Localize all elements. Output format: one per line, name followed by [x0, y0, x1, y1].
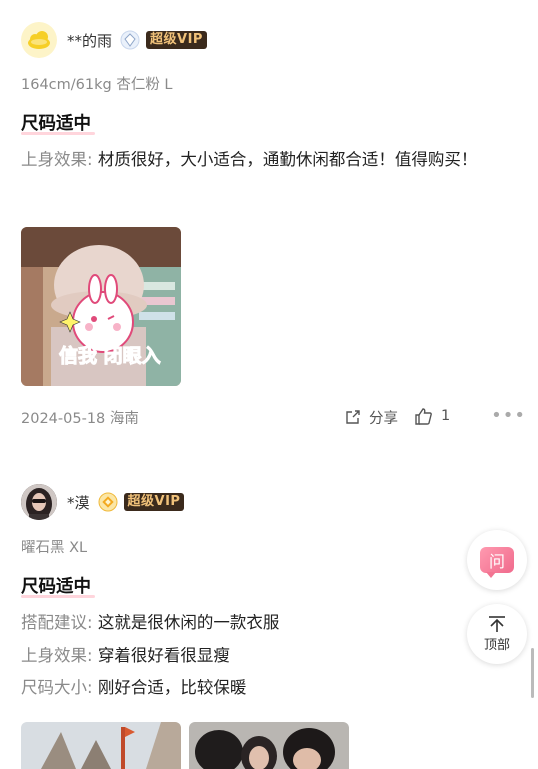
ask-label: 问 — [488, 552, 505, 571]
thumbs-up-icon — [415, 408, 432, 425]
fit-label: 尺码适中 — [21, 110, 95, 135]
user-row: *漠 超级VIP — [21, 484, 185, 520]
comment-text: 刚好合适，比较保暖 — [97, 678, 247, 697]
review-comment: 上身效果: 穿着很好看很显瘦 — [21, 640, 521, 672]
comment-label: 上身效果: — [21, 150, 93, 169]
review-comment: 尺码大小: 刚好合适，比较保暖 — [21, 672, 521, 704]
fit-label-text: 尺码适中 — [21, 114, 91, 134]
review-photo-image: 信我 闭眼入 — [21, 227, 181, 386]
diamond-level-icon — [120, 30, 140, 50]
user-row: **的雨 超级VIP — [21, 22, 207, 58]
more-options-icon[interactable]: ••• — [491, 405, 526, 426]
comment-label: 尺码大小: — [21, 678, 93, 697]
fit-label: 尺码适中 — [21, 573, 95, 598]
back-to-top-button[interactable]: 顶部 — [467, 604, 527, 664]
ask-question-button[interactable]: 问 — [467, 530, 527, 590]
username[interactable]: *漠 — [67, 492, 90, 513]
comment-text: 这就是很休闲的一款衣服 — [97, 613, 280, 632]
vip-badge: 超级VIP — [146, 31, 207, 49]
arrow-up-to-top-icon — [489, 616, 505, 632]
share-label: 分享 — [369, 411, 398, 427]
avatar[interactable] — [21, 22, 57, 58]
review-photo[interactable] — [21, 722, 181, 769]
comment-label: 上身效果: — [21, 646, 93, 665]
review-photo[interactable]: 信我 闭眼入 — [21, 227, 181, 386]
share-icon — [346, 410, 360, 424]
username[interactable]: **的雨 — [67, 30, 112, 51]
like-button[interactable]: 1 — [414, 407, 450, 425]
review-comment: 上身效果: 材质很好，大小适合，通勤休闲都合适！值得购买！ — [21, 144, 521, 176]
avatar[interactable] — [21, 484, 57, 520]
review-date: 2024-05-18 海南 — [21, 411, 139, 427]
photo-avatar — [21, 484, 57, 520]
fit-label-text: 尺码适中 — [21, 577, 91, 597]
question-bubble-icon: 问 — [480, 547, 514, 578]
comment-text: 材质很好，大小适合，通勤休闲都合适！值得购买！ — [97, 150, 478, 169]
scrollbar[interactable] — [531, 648, 534, 698]
comment-label: 搭配建议: — [21, 613, 93, 632]
buyer-spec: 164cm/61kg 杏仁粉 L — [21, 77, 173, 93]
review-photo-image — [189, 722, 349, 769]
buyer-spec: 曜石黑 XL — [21, 540, 88, 556]
review-comment: 搭配建议: 这就是很休闲的一款衣服 — [21, 607, 521, 639]
gold-level-icon — [98, 492, 118, 512]
review-meta: 2024-05-18 海南 分享 1 ••• — [21, 405, 526, 429]
photo-sticker-text: 信我 闭眼入 — [59, 344, 161, 367]
back-to-top-label: 顶部 — [483, 638, 510, 653]
vip-badge: 超级VIP — [123, 493, 185, 511]
comment-text: 穿着很好看很显瘦 — [97, 646, 230, 665]
like-count: 1 — [441, 408, 451, 424]
review-photo[interactable] — [189, 722, 349, 769]
share-button[interactable]: 分享 — [344, 407, 398, 428]
review-photo-image — [21, 722, 181, 769]
cloud-avatar-icon — [28, 31, 50, 49]
